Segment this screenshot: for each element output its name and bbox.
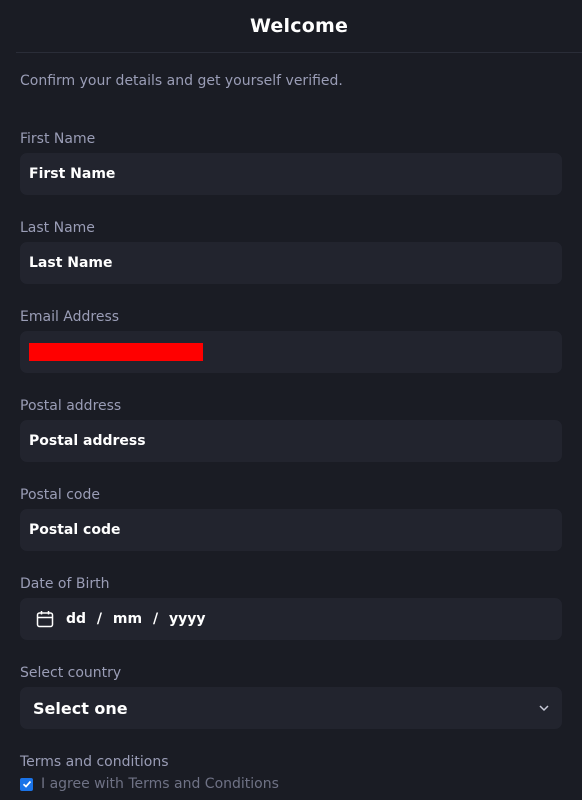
header: Welcome [16,0,582,53]
postal-code-field: Postal code Postal code [20,487,562,551]
terms-agree-row: I agree with Terms and Conditions [20,776,562,792]
email-field: Email Address [20,309,562,373]
first-name-label: First Name [20,131,96,147]
postal-address-input[interactable]: Postal address [20,420,562,462]
page-title: Welcome [249,15,349,37]
country-field: Select country Select one [20,665,562,729]
last-name-input[interactable]: Last Name [20,242,562,284]
redacted-email [29,343,203,361]
chevron-down-icon [539,705,549,712]
first-name-input[interactable]: First Name [20,153,562,195]
dob-label: Date of Birth [20,576,110,592]
postal-address-label: Postal address [20,398,122,414]
terms-checkbox-label[interactable]: I agree with Terms and Conditions [41,776,279,792]
calendar-icon[interactable] [36,610,54,628]
dob-placeholder: dd / mm / yyyy [66,611,206,627]
terms-field: Terms and conditions I agree with Terms … [20,754,562,792]
last-name-label: Last Name [20,220,95,236]
postal-code-label: Postal code [20,487,100,503]
postal-code-input[interactable]: Postal code [20,509,562,551]
dob-input[interactable]: dd / mm / yyyy [20,598,562,640]
terms-checkbox[interactable] [20,777,33,791]
country-label: Select country [20,665,122,681]
email-input[interactable] [20,331,562,373]
postal-address-field: Postal address Postal address [20,398,562,462]
terms-label: Terms and conditions [20,754,169,770]
email-label: Email Address [20,309,120,325]
last-name-field: Last Name Last Name [20,220,562,284]
checkmark-icon [22,780,31,788]
country-selected-value: Select one [33,698,128,718]
first-name-field: First Name First Name [20,131,562,195]
dob-field: Date of Birth dd / mm / yyyy [20,576,562,640]
country-select[interactable]: Select one [20,687,562,729]
page-subtitle: Confirm your details and get yourself ve… [20,73,343,89]
